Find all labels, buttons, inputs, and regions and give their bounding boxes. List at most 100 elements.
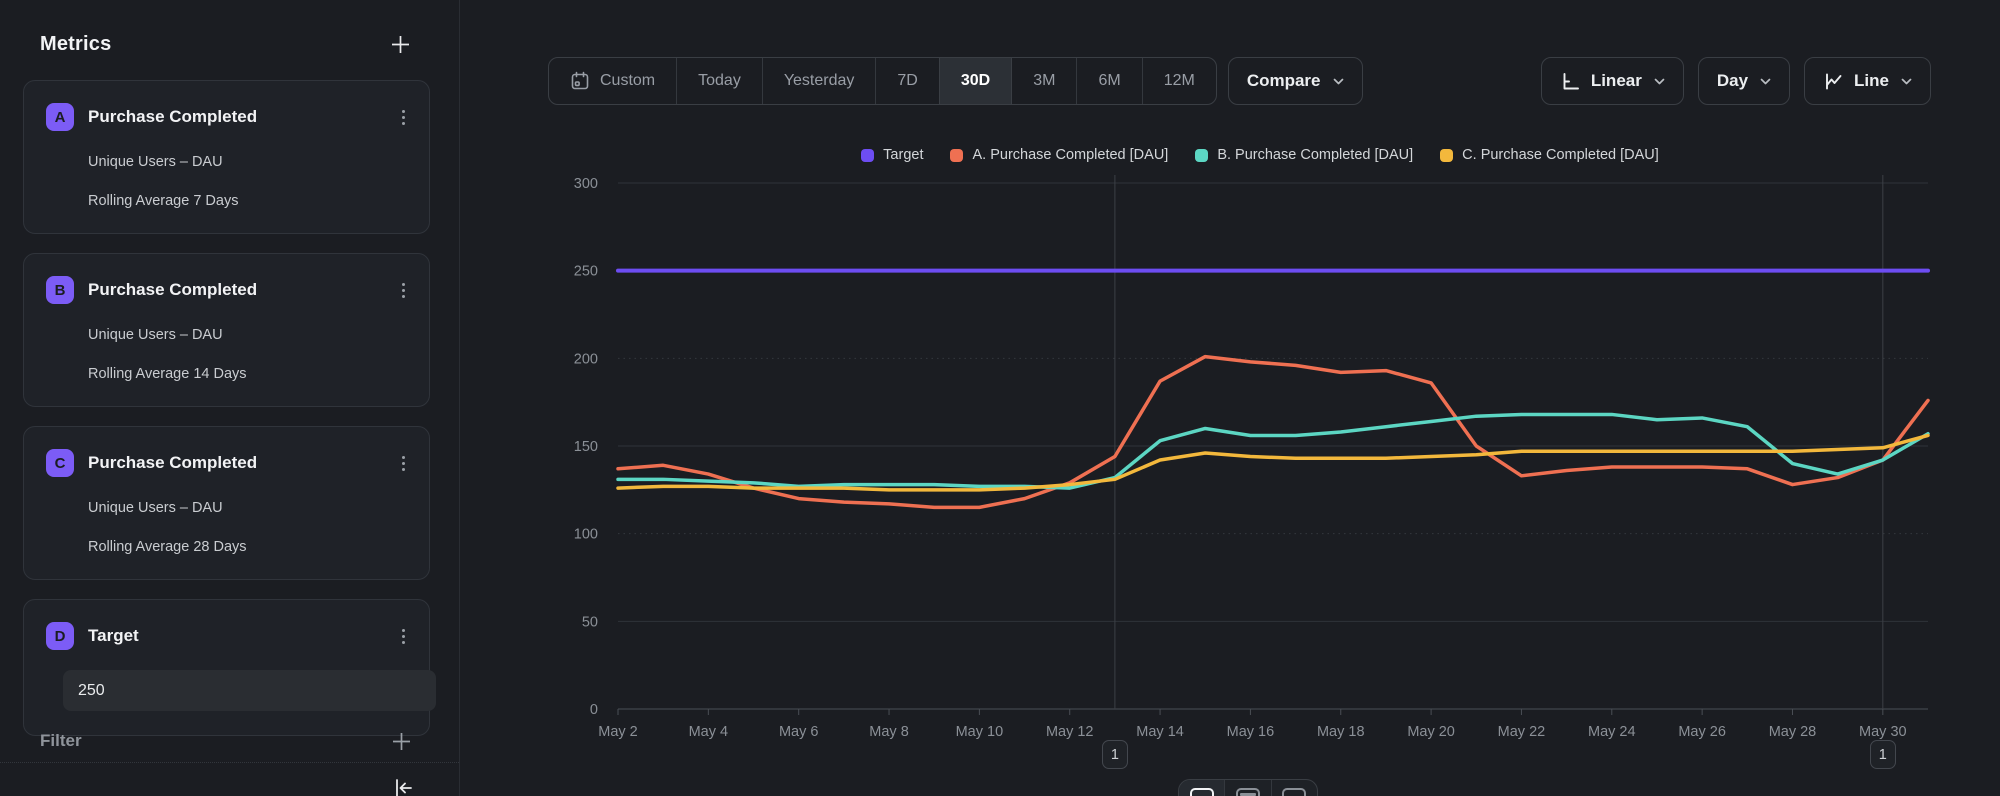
compare-dropdown[interactable]: Compare xyxy=(1228,57,1363,105)
metric-card-a[interactable]: A Purchase Completed Unique Users – DAU … xyxy=(23,80,430,234)
date-range-control: Custom Today Yesterday 7D 30D 3M 6M 12M xyxy=(548,57,1217,105)
range-6m[interactable]: 6M xyxy=(1076,58,1141,104)
metric-badge-d: D xyxy=(46,622,74,650)
svg-text:May 14: May 14 xyxy=(1136,724,1184,740)
chevron-down-icon xyxy=(1901,78,1912,85)
metric-card-list: A Purchase Completed Unique Users – DAU … xyxy=(23,80,430,755)
metric-card-c[interactable]: C Purchase Completed Unique Users – DAU … xyxy=(23,426,430,580)
metric-options-button[interactable] xyxy=(398,106,409,129)
metric-rolling-average: Rolling Average 14 Days xyxy=(88,366,409,382)
sidebar-title: Metrics xyxy=(40,33,111,56)
legend-item[interactable]: Target xyxy=(861,147,923,163)
granularity-dropdown[interactable]: Day xyxy=(1698,57,1790,105)
legend-label: Target xyxy=(883,147,923,163)
legend-label: B. Purchase Completed [DAU] xyxy=(1217,147,1413,163)
kebab-icon xyxy=(402,456,405,459)
filter-label: Filter xyxy=(40,731,82,751)
range-today[interactable]: Today xyxy=(676,58,762,104)
range-custom[interactable]: Custom xyxy=(549,58,676,104)
svg-text:May 20: May 20 xyxy=(1407,724,1455,740)
add-filter-button[interactable] xyxy=(391,731,412,752)
legend-item[interactable]: A. Purchase Completed [DAU] xyxy=(950,147,1168,163)
layout-grid-button[interactable] xyxy=(1271,780,1317,796)
metric-badge-c: C xyxy=(46,449,74,477)
metric-card-target[interactable]: D Target xyxy=(23,599,430,736)
metric-title: Purchase Completed xyxy=(88,453,398,473)
svg-text:May 12: May 12 xyxy=(1046,724,1094,740)
chart-layout-toggle xyxy=(1178,779,1318,796)
chart-canvas[interactable]: 050100150200250300May 2May 4May 6May 8Ma… xyxy=(560,168,1960,768)
chevron-down-icon xyxy=(1760,78,1771,85)
range-yesterday[interactable]: Yesterday xyxy=(762,58,876,104)
svg-text:May 18: May 18 xyxy=(1317,724,1365,740)
annotation-badge[interactable]: 1 xyxy=(1102,740,1128,769)
metric-options-button[interactable] xyxy=(398,279,409,302)
plus-icon xyxy=(390,34,411,55)
svg-text:300: 300 xyxy=(574,176,598,192)
range-12m[interactable]: 12M xyxy=(1142,58,1216,104)
svg-text:100: 100 xyxy=(574,527,598,543)
scale-dropdown[interactable]: Linear xyxy=(1541,57,1684,105)
range-30d[interactable]: 30D xyxy=(939,58,1011,104)
legend-swatch xyxy=(861,149,874,162)
sidebar-header: Metrics xyxy=(0,0,459,56)
kebab-icon xyxy=(402,629,405,632)
metric-options-button[interactable] xyxy=(398,625,409,648)
layout-single-button[interactable] xyxy=(1179,780,1224,796)
metric-rolling-average: Rolling Average 7 Days xyxy=(88,193,409,209)
legend-label: C. Purchase Completed [DAU] xyxy=(1462,147,1659,163)
annotation-badge[interactable]: 1 xyxy=(1870,740,1896,769)
svg-text:May 16: May 16 xyxy=(1227,724,1275,740)
legend-swatch xyxy=(1440,149,1453,162)
svg-text:May 30: May 30 xyxy=(1859,724,1907,740)
linear-axis-icon xyxy=(1560,71,1581,92)
filter-section: Filter xyxy=(0,726,460,756)
single-panel-icon xyxy=(1190,788,1214,796)
calendar-icon xyxy=(570,71,590,91)
metric-options-button[interactable] xyxy=(398,452,409,475)
grid-panel-icon xyxy=(1282,788,1306,796)
line-chart-icon xyxy=(1823,71,1844,92)
svg-text:May 24: May 24 xyxy=(1588,724,1636,740)
svg-text:May 10: May 10 xyxy=(956,724,1004,740)
metric-measurement: Unique Users – DAU xyxy=(88,500,409,516)
svg-text:May 22: May 22 xyxy=(1498,724,1546,740)
kebab-icon xyxy=(402,283,405,286)
svg-text:250: 250 xyxy=(574,264,598,280)
split-panel-icon xyxy=(1236,788,1260,796)
metric-title: Target xyxy=(88,626,398,646)
metrics-dashboard: Metrics A Purchase Completed Unique User… xyxy=(0,0,2000,796)
range-7d[interactable]: 7D xyxy=(875,58,938,104)
svg-text:200: 200 xyxy=(574,351,598,367)
sidebar-footer xyxy=(0,762,459,796)
svg-text:150: 150 xyxy=(574,439,598,455)
metric-badge-a: A xyxy=(46,103,74,131)
metric-title: Purchase Completed xyxy=(88,280,398,300)
metric-measurement: Unique Users – DAU xyxy=(88,154,409,170)
legend-swatch xyxy=(1195,149,1208,162)
chart-display-controls: Linear Day Line xyxy=(1541,57,1931,105)
metric-title: Purchase Completed xyxy=(88,107,398,127)
svg-text:May 8: May 8 xyxy=(869,724,909,740)
metrics-sidebar: Metrics A Purchase Completed Unique User… xyxy=(0,0,460,796)
metric-badge-b: B xyxy=(46,276,74,304)
range-3m[interactable]: 3M xyxy=(1011,58,1076,104)
collapse-sidebar-button[interactable] xyxy=(393,779,415,796)
legend-label: A. Purchase Completed [DAU] xyxy=(972,147,1168,163)
metric-measurement: Unique Users – DAU xyxy=(88,327,409,343)
svg-text:0: 0 xyxy=(590,702,598,718)
svg-text:May 26: May 26 xyxy=(1678,724,1726,740)
target-value-input[interactable] xyxy=(63,670,436,711)
metric-rolling-average: Rolling Average 28 Days xyxy=(88,539,409,555)
legend-swatch xyxy=(950,149,963,162)
chart-type-dropdown[interactable]: Line xyxy=(1804,57,1931,105)
chevron-down-icon xyxy=(1333,78,1344,85)
legend-item[interactable]: C. Purchase Completed [DAU] xyxy=(1440,147,1659,163)
svg-text:May 6: May 6 xyxy=(779,724,819,740)
add-metric-button[interactable] xyxy=(390,34,411,55)
legend-item[interactable]: B. Purchase Completed [DAU] xyxy=(1195,147,1413,163)
metric-card-b[interactable]: B Purchase Completed Unique Users – DAU … xyxy=(23,253,430,407)
chevron-down-icon xyxy=(1654,78,1665,85)
svg-text:May 28: May 28 xyxy=(1769,724,1817,740)
layout-split-button[interactable] xyxy=(1224,780,1270,796)
